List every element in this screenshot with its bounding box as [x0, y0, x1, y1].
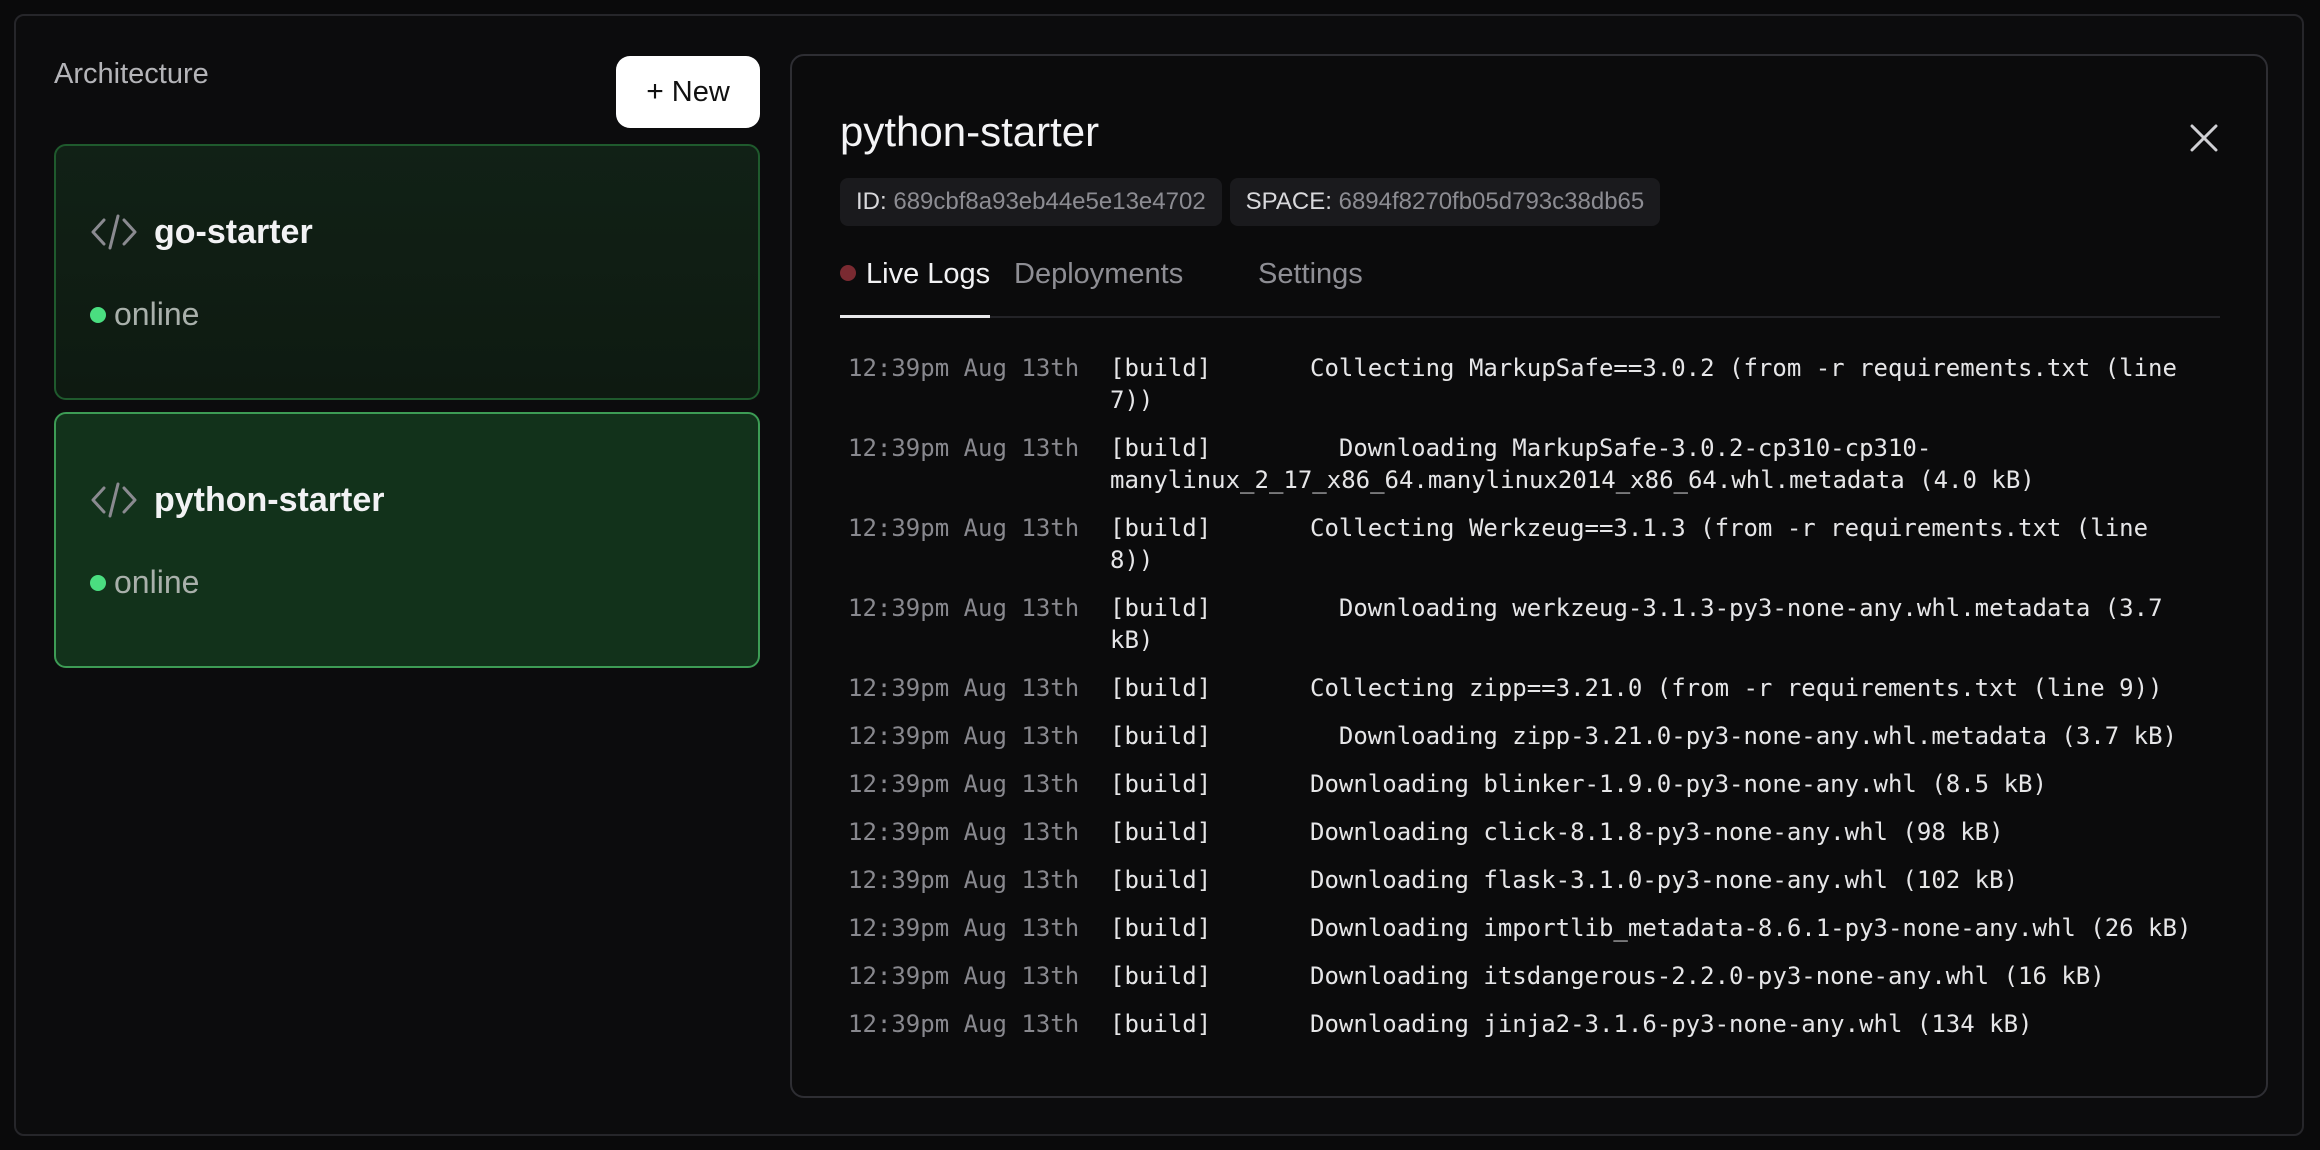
new-button-label: New — [671, 75, 730, 108]
log-content: [build] Downloading blinker-1.9.0-py3-non… — [1110, 768, 2047, 800]
log-message: Downloading flask-3.1.0-py3-none-any.whl… — [1310, 866, 2019, 894]
status-dot — [90, 306, 106, 323]
log-tag: [build] — [1110, 594, 1212, 622]
log-content: [build] Downloading click-8.1.8-py3-none-… — [1110, 816, 2004, 848]
service-name: go-starter — [154, 212, 313, 251]
log-timestamp: 12:39pm Aug 13th — [848, 770, 1080, 798]
service-name: python-starter — [154, 480, 385, 519]
status-dot — [90, 574, 106, 591]
tab-bar: Live Logs Deployments Settings — [840, 258, 2220, 318]
tab-deployments[interactable]: Deployments — [1014, 258, 1183, 316]
log-row: 12:39pm Aug 13th [build] Collecting Werkze… — [848, 512, 2228, 576]
log-message-continued: manylinux_2_17_x86_64.manylinux2014_x86_… — [1110, 466, 2035, 494]
log-content: [build] Downloading MarkupSafe-3.0.2-cp3… — [1110, 432, 2035, 496]
log-tag: [build] — [1110, 674, 1212, 702]
log-row: 12:39pm Aug 13th [build] Downloading zipp… — [848, 720, 2228, 752]
service-status: online — [114, 296, 200, 332]
log-message: Downloading click-8.1.8-py3-none-any.whl… — [1310, 818, 2004, 846]
log-tag: [build] — [1110, 354, 1212, 382]
log-tag: [build] — [1110, 866, 1212, 894]
service-detail-panel: python-starter ID: 689cbf8a93eb44e5e13e4… — [790, 54, 2268, 1098]
service-card-python-starter[interactable]: python-starter online — [54, 412, 760, 668]
log-message: Downloading blinker-1.9.0-py3-none-any.w… — [1310, 770, 2047, 798]
log-tag: [build] — [1110, 914, 1212, 942]
tab-settings[interactable]: Settings — [1258, 258, 1363, 316]
log-tag: [build] — [1110, 1010, 1212, 1038]
space-value: 6894f8270fb05d793c38db65 — [1338, 188, 1645, 215]
service-card-go-starter[interactable]: go-starter online — [54, 144, 760, 400]
log-tag: [build] — [1110, 434, 1212, 462]
log-timestamp: 12:39pm Aug 13th — [848, 914, 1080, 942]
log-content: [build] Collecting MarkupSafe==3.0.2 (fro… — [1110, 352, 2177, 416]
log-message: Downloading itsdangerous-2.2.0-py3-none-… — [1310, 962, 2105, 990]
live-indicator-icon — [840, 265, 856, 281]
log-message: Downloading MarkupSafe-3.0.2-cp310-cp310… — [1310, 434, 1932, 462]
log-row: 12:39pm Aug 13th [build] Downloading impor… — [848, 912, 2228, 944]
log-row: 12:39pm Aug 13th [build] Downloading jinja… — [848, 1008, 2228, 1040]
log-content: [build] Downloading jinja2-3.1.6-py3-none… — [1110, 1008, 2032, 1040]
log-timestamp: 12:39pm Aug 13th — [848, 674, 1080, 702]
log-row: 12:39pm Aug 13th [build] Downloading itsda… — [848, 960, 2228, 992]
code-icon — [90, 212, 138, 252]
log-content: [build] Downloading itsdangerous-2.2.0-py… — [1110, 960, 2105, 992]
close-icon[interactable] — [2184, 118, 2224, 158]
space-label: SPACE: — [1245, 188, 1332, 215]
log-content: [build] Downloading importlib_metadata-8.… — [1110, 912, 2191, 944]
log-row: 12:39pm Aug 13th [build] Downloading click… — [848, 816, 2228, 848]
log-content: [build] Collecting zipp==3.21.0 (from -r … — [1110, 672, 2163, 704]
log-tag: [build] — [1110, 962, 1212, 990]
log-timestamp: 12:39pm Aug 13th — [848, 514, 1080, 542]
log-row: 12:39pm Aug 13th [build] Collecting zipp==… — [848, 672, 2228, 704]
log-message-continued: 8)) — [1110, 546, 1154, 574]
log-message: Downloading importlib_metadata-8.6.1-py3… — [1310, 914, 2192, 942]
panel-title: python-starter — [840, 108, 1100, 155]
log-timestamp: 12:39pm Aug 13th — [848, 962, 1080, 990]
log-content: [build] Collecting Werkzeug==3.1.3 (from … — [1110, 512, 2148, 576]
log-tag: [build] — [1110, 514, 1212, 542]
log-timestamp: 12:39pm Aug 13th — [848, 866, 1080, 894]
log-message-continued: 7)) — [1110, 386, 1154, 414]
log-timestamp: 12:39pm Aug 13th — [848, 594, 1080, 622]
log-timestamp: 12:39pm Aug 13th — [848, 354, 1080, 382]
log-message: Collecting zipp==3.21.0 (from -r require… — [1310, 674, 2163, 702]
new-service-button[interactable]: + New — [616, 56, 760, 128]
log-message: Downloading jinja2-3.1.6-py3-none-any.wh… — [1310, 1010, 2033, 1038]
log-list: 12:39pm Aug 13th [build] Collecting Markup… — [848, 352, 2228, 1056]
log-row: 12:39pm Aug 13th [build] Downloading Mark… — [848, 432, 2228, 496]
id-label: ID: — [856, 188, 887, 215]
log-timestamp: 12:39pm Aug 13th — [848, 818, 1080, 846]
space-chip: SPACE: 6894f8270fb05d793c38db65 — [1229, 178, 1661, 226]
log-content: [build] Downloading zipp-3.21.0-py3-none… — [1110, 720, 2177, 752]
sidebar-title: Architecture — [54, 58, 209, 90]
tab-live-logs-label: Live Logs — [866, 258, 991, 290]
id-chip: ID: 689cbf8a93eb44e5e13e4702 — [840, 178, 1222, 226]
log-message: Downloading zipp-3.21.0-py3-none-any.whl… — [1310, 722, 2177, 750]
log-row: 12:39pm Aug 13th [build] Collecting Markup… — [848, 352, 2228, 416]
log-timestamp: 12:39pm Aug 13th — [848, 722, 1080, 750]
log-message: Collecting MarkupSafe==3.0.2 (from -r re… — [1310, 354, 2177, 382]
service-status: online — [114, 564, 200, 600]
log-message: Collecting Werkzeug==3.1.3 (from -r requ… — [1310, 514, 2149, 542]
id-value: 689cbf8a93eb44e5e13e4702 — [893, 188, 1206, 215]
code-icon — [90, 480, 138, 520]
tab-live-logs[interactable]: Live Logs — [840, 258, 991, 318]
log-timestamp: 12:39pm Aug 13th — [848, 1010, 1080, 1038]
log-content: [build] Downloading flask-3.1.0-py3-none-… — [1110, 864, 2018, 896]
log-message-continued: kB) — [1110, 626, 1154, 654]
log-tag: [build] — [1110, 818, 1212, 846]
plus-icon: + — [646, 75, 664, 108]
log-message: Downloading werkzeug-3.1.3-py3-none-any.… — [1310, 594, 2163, 622]
log-row: 12:39pm Aug 13th [build] Downloading werk… — [848, 592, 2228, 656]
log-row: 12:39pm Aug 13th [build] Downloading flask… — [848, 864, 2228, 896]
log-row: 12:39pm Aug 13th [build] Downloading blink… — [848, 768, 2228, 800]
log-timestamp: 12:39pm Aug 13th — [848, 434, 1080, 462]
log-tag: [build] — [1110, 722, 1212, 750]
log-tag: [build] — [1110, 770, 1212, 798]
log-content: [build] Downloading werkzeug-3.1.3-py3-n… — [1110, 592, 2163, 656]
